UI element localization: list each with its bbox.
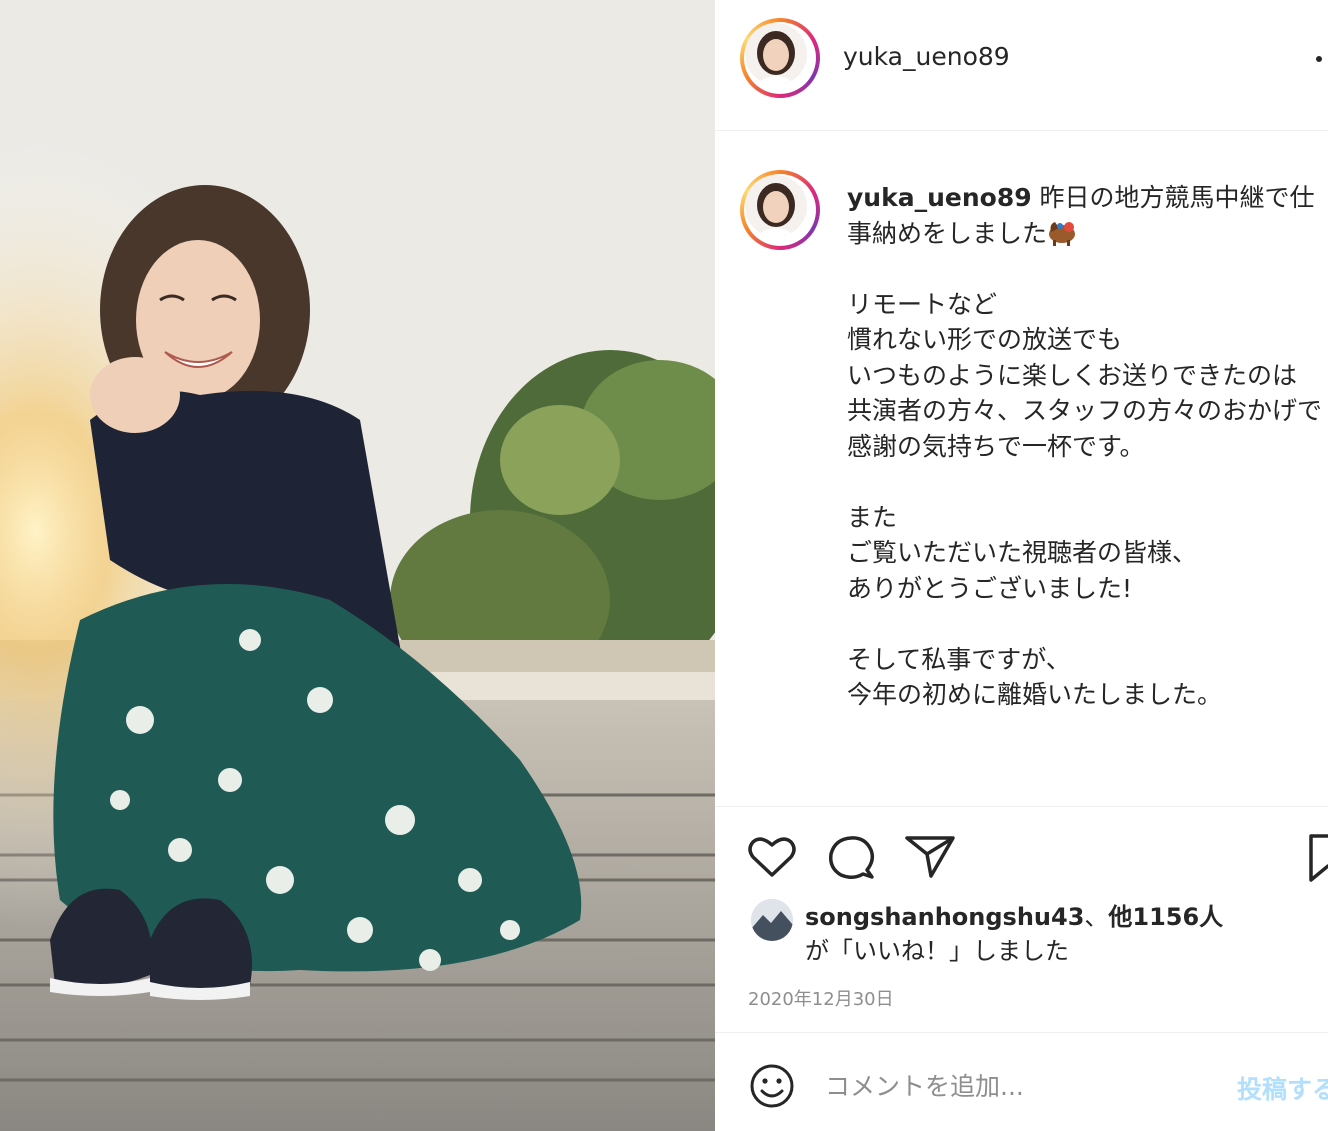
- post-photo-illustration: [0, 0, 715, 1131]
- emoji-icon[interactable]: [748, 1062, 796, 1110]
- likes-suffix: が「いいね！」しました: [805, 937, 1069, 965]
- post-date[interactable]: 2020年12月30日: [748, 985, 894, 1011]
- post-caption: yuka_ueno89 昨日の地方競馬中継で仕事納めをしました リモートなど 慣…: [847, 180, 1327, 713]
- caption-author-avatar-image: [745, 175, 807, 237]
- caption-username[interactable]: yuka_ueno89: [847, 183, 1032, 212]
- liker-username[interactable]: songshanhongshu43: [805, 903, 1084, 931]
- header-divider: [715, 130, 1328, 131]
- author-username[interactable]: yuka_ueno89: [843, 42, 1010, 71]
- post-comment-button[interactable]: 投稿する: [1237, 1070, 1328, 1106]
- caption-body: リモートなど 慣れない形での放送でも いつものように楽しくお送りできたのは 共演…: [847, 289, 1323, 710]
- likes-others[interactable]: 他1156人: [1108, 903, 1223, 931]
- share-icon[interactable]: [903, 830, 957, 884]
- bookmark-icon[interactable]: [1305, 830, 1328, 884]
- actions-divider: [715, 806, 1328, 807]
- liker-avatar[interactable]: [751, 899, 793, 941]
- comment-input[interactable]: [825, 1064, 1205, 1108]
- comment-divider: [715, 1032, 1328, 1033]
- heart-icon[interactable]: [745, 830, 799, 884]
- author-avatar-image: [745, 23, 807, 85]
- author-avatar[interactable]: [740, 18, 820, 98]
- post-photo[interactable]: [0, 0, 715, 1131]
- more-options-icon[interactable]: [1316, 56, 1322, 62]
- caption-author-avatar[interactable]: [740, 170, 820, 250]
- racehorse-emoji-icon: [1047, 218, 1077, 246]
- post-actions: [715, 820, 1328, 890]
- post-details-panel: yuka_ueno89 yuka_ueno89 昨日の地方競馬中継で仕事納めをし…: [715, 0, 1328, 1131]
- likes-separator: 、: [1084, 903, 1109, 931]
- comment-icon[interactable]: [825, 830, 879, 884]
- likes-summary: songshanhongshu43、他1156人: [805, 897, 1223, 932]
